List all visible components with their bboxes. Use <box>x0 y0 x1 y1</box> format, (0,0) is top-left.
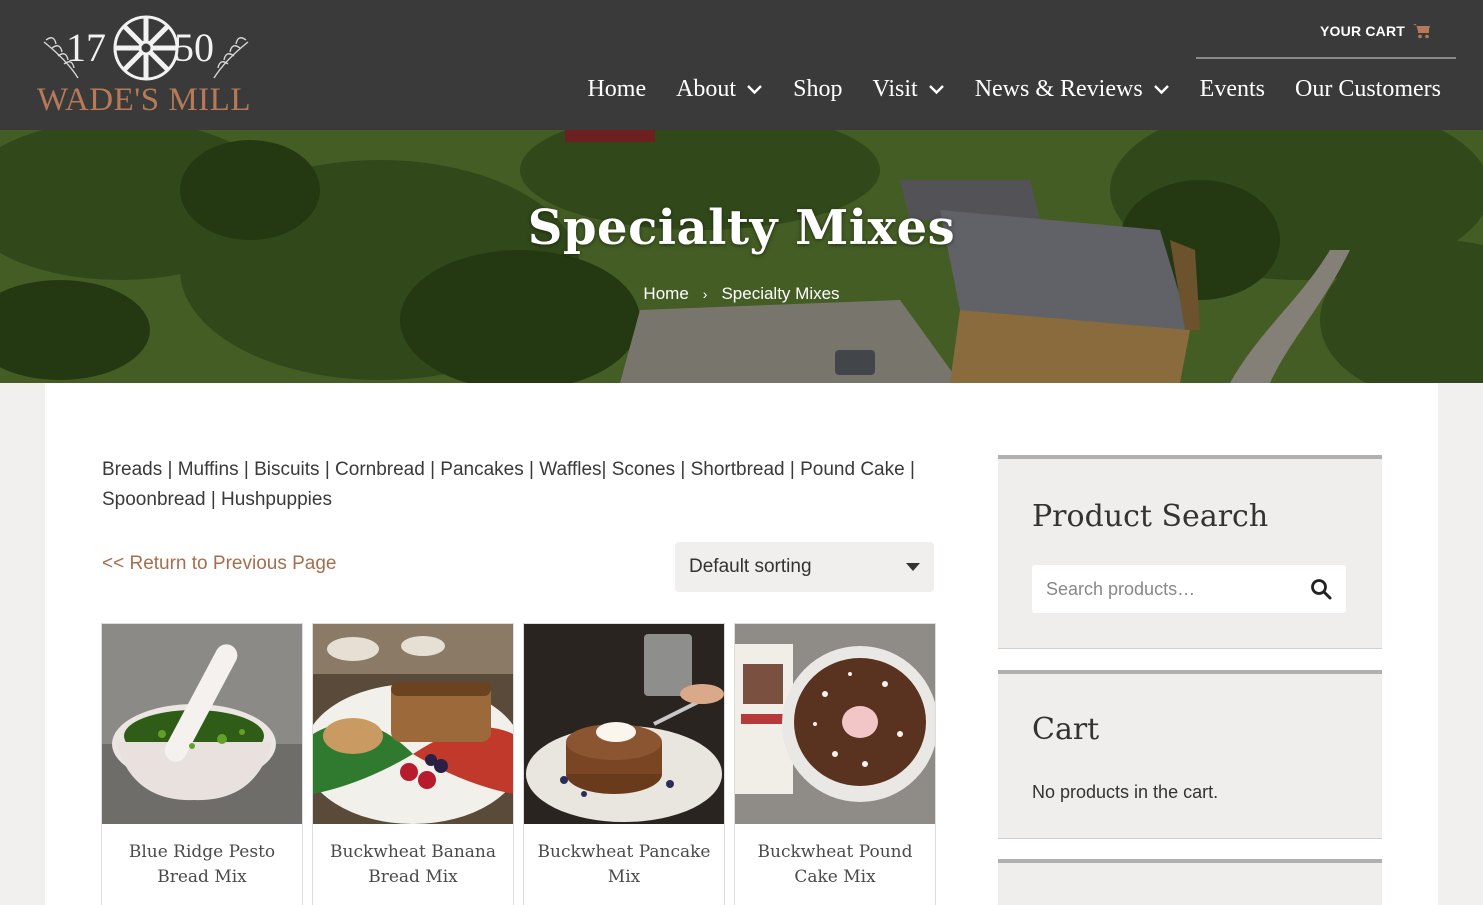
page-title: Specialty Mixes <box>527 200 956 256</box>
banana-bread-photo <box>313 624 513 824</box>
sort-select[interactable]: Default sorting <box>675 542 934 592</box>
breadcrumb: Home › Specialty Mixes <box>0 284 1483 304</box>
category-links[interactable]: Breads | Muffins | Biscuits | Cornbread … <box>102 455 942 515</box>
nav-item-shop[interactable]: Shop <box>793 76 842 103</box>
sort-selected-value: Default sorting <box>689 556 812 577</box>
wades-mill-logo[interactable]: 17 50 WADE'S MILL <box>26 14 262 118</box>
nav-item-label: Events <box>1199 76 1265 102</box>
chevron-down-icon <box>928 85 944 95</box>
main-navigation: Home About Shop Visit News & Reviews Eve… <box>587 76 1441 103</box>
page-hero-banner: Specialty Mixes Home › Specialty Mixes <box>0 130 1483 383</box>
caret-down-icon <box>906 563 920 571</box>
nav-item-label: Visit <box>872 76 918 102</box>
nav-item-visit[interactable]: Visit <box>872 76 944 103</box>
nav-item-label: About <box>676 76 737 102</box>
nav-item-our-customers[interactable]: Our Customers <box>1295 76 1441 103</box>
widget-title: Product Search <box>1032 499 1269 534</box>
product-card[interactable]: Blue Ridge Pesto Bread Mix <box>101 623 303 905</box>
breadcrumb-current: Specialty Mixes <box>721 284 840 303</box>
chevron-down-icon <box>747 85 762 95</box>
search-icon[interactable] <box>1310 578 1332 600</box>
millstone-wheel-icon <box>113 15 179 81</box>
sidebar-widget <box>998 859 1382 905</box>
logo-brand-name: WADE'S MILL <box>36 82 251 118</box>
product-card[interactable]: Buckwheat Pound Cake Mix <box>734 623 936 905</box>
product-image[interactable] <box>524 624 724 824</box>
nav-item-label: Home <box>587 76 647 102</box>
product-name[interactable]: Buckwheat Banana Bread Mix <box>313 824 513 890</box>
product-name[interactable]: Buckwheat Pancake Mix <box>524 824 724 890</box>
chevron-down-icon <box>1153 85 1169 95</box>
logo-year-right: 50 <box>174 25 214 70</box>
breadcrumb-separator: › <box>702 286 708 302</box>
wheat-icon <box>213 37 249 79</box>
nav-item-events[interactable]: Events <box>1200 76 1265 103</box>
product-name[interactable]: Blue Ridge Pesto Bread Mix <box>102 824 302 890</box>
product-grid: Blue Ridge Pesto Bread Mix Buckwheat Ban… <box>101 623 936 905</box>
return-previous-link[interactable]: << Return to Previous Page <box>102 553 336 575</box>
site-header: 17 50 WADE'S MILL YOUR CART Home About S… <box>0 0 1483 130</box>
your-cart-link[interactable]: YOUR CART <box>1320 20 1431 42</box>
bundt-cake-photo <box>735 624 935 824</box>
nav-item-label: News & Reviews <box>974 76 1143 102</box>
product-card[interactable]: Buckwheat Pancake Mix <box>523 623 725 905</box>
product-image[interactable] <box>102 624 302 824</box>
search-input[interactable] <box>1046 578 1310 600</box>
product-card[interactable]: Buckwheat Banana Bread Mix <box>312 623 514 905</box>
cart-empty-message: No products in the cart. <box>1032 782 1219 802</box>
nav-item-label: Our Customers <box>1295 76 1441 102</box>
product-image[interactable] <box>313 624 513 824</box>
widget-title: Cart <box>1032 712 1100 747</box>
search-field[interactable] <box>1032 565 1346 613</box>
nav-item-about[interactable]: About <box>676 76 763 103</box>
hero-overlay <box>0 130 1483 383</box>
product-name[interactable]: Buckwheat Pound Cake Mix <box>735 824 935 890</box>
nav-item-home[interactable]: Home <box>587 76 646 103</box>
product-image[interactable] <box>735 624 935 824</box>
product-search-widget: Product Search <box>998 455 1382 649</box>
logo-year-left: 17 <box>66 25 106 70</box>
pesto-mortar-photo <box>102 624 302 824</box>
main-content: Breads | Muffins | Biscuits | Cornbread … <box>45 383 1438 905</box>
pancake-stack-photo <box>524 624 724 824</box>
shopping-cart-icon <box>1413 24 1431 39</box>
cart-link-label: YOUR CART <box>1320 23 1406 39</box>
breadcrumb-home[interactable]: Home <box>643 284 688 304</box>
nav-item-label: Shop <box>793 76 843 102</box>
nav-item-news-reviews[interactable]: News & Reviews <box>975 76 1170 103</box>
header-divider <box>1196 57 1456 59</box>
cart-widget: Cart No products in the cart. <box>998 670 1382 839</box>
